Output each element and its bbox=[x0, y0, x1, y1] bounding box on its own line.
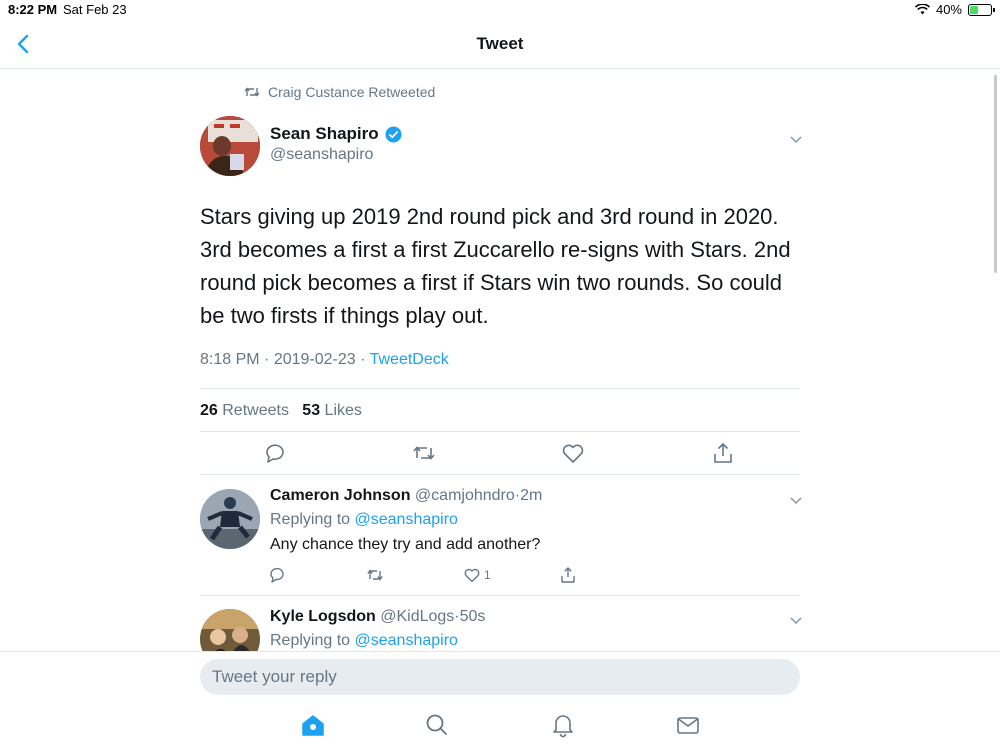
share-icon bbox=[714, 442, 732, 463]
reply-author-handle: @KidLogs bbox=[380, 608, 455, 625]
battery-icon bbox=[968, 3, 995, 16]
reply-icon bbox=[270, 567, 284, 583]
divider bbox=[200, 595, 800, 596]
heart-icon bbox=[562, 444, 584, 463]
replying-to-prefix: Replying to bbox=[270, 511, 351, 528]
reply-composer[interactable] bbox=[200, 659, 800, 695]
reply-avatar[interactable] bbox=[200, 489, 260, 549]
reply-input[interactable] bbox=[200, 659, 800, 695]
tweet-time: 8:18 PM bbox=[200, 351, 260, 368]
reply-time: 50s bbox=[459, 608, 486, 625]
author-name-row: Sean Shapiro bbox=[270, 124, 402, 144]
tab-messages[interactable] bbox=[675, 712, 701, 738]
tab-search[interactable] bbox=[424, 712, 450, 738]
likes-count: 53 bbox=[302, 402, 321, 419]
reply-options-button[interactable] bbox=[789, 612, 803, 630]
search-icon bbox=[426, 714, 447, 735]
retweets-stat[interactable]: 26 Retweets bbox=[200, 402, 289, 419]
tweet-text: Stars giving up 2019 2nd round pick and … bbox=[200, 204, 791, 328]
retweet-icon bbox=[244, 87, 260, 97]
reply-like-count: 1 bbox=[484, 568, 491, 582]
likes-label: Likes bbox=[324, 402, 362, 419]
divider bbox=[200, 431, 800, 432]
reply-author-name[interactable]: Kyle Logsdon bbox=[270, 608, 376, 625]
reply-like-button[interactable]: 1 bbox=[462, 565, 491, 585]
reply-header: Cameron Johnson @camjohndro·2m bbox=[270, 487, 542, 505]
meta-separator: · bbox=[264, 351, 270, 368]
chevron-down-icon bbox=[790, 136, 802, 144]
page-title: Tweet bbox=[476, 34, 524, 53]
replying-to-link[interactable]: @seanshapiro bbox=[355, 511, 458, 528]
reply-author-name[interactable]: Cameron Johnson bbox=[270, 487, 410, 504]
author-avatar[interactable] bbox=[200, 116, 260, 176]
status-indicators: 40% bbox=[914, 2, 995, 17]
retweet-icon bbox=[367, 569, 383, 581]
likes-stat[interactable]: 53 Likes bbox=[302, 402, 362, 419]
engagement-counts: 26 Retweets 53 Likes bbox=[200, 402, 362, 420]
replying-to-link[interactable]: @seanshapiro bbox=[355, 632, 458, 649]
replying-to-prefix: Replying to bbox=[270, 632, 351, 649]
retweets-label: Retweets bbox=[222, 402, 289, 419]
retweet-icon bbox=[413, 446, 435, 460]
reply-options-button[interactable] bbox=[789, 492, 803, 510]
divider bbox=[0, 651, 1000, 652]
share-icon bbox=[561, 567, 575, 583]
bell-icon bbox=[553, 715, 573, 738]
reply-author-handle: @camjohndro bbox=[414, 487, 515, 504]
retweeted-by-label[interactable]: Craig Custance Retweeted bbox=[268, 84, 435, 100]
chevron-down-icon bbox=[790, 617, 802, 625]
battery-percent: 40% bbox=[935, 2, 962, 17]
tweet-meta: 8:18 PM · 2019-02-23 · TweetDeck bbox=[200, 351, 449, 369]
retweet-button[interactable] bbox=[410, 439, 438, 467]
replying-to-line: Replying to @seanshapiro bbox=[270, 511, 458, 529]
reply-reply-button[interactable] bbox=[268, 565, 288, 585]
reply-share-button[interactable] bbox=[558, 565, 578, 585]
reply-retweet-button[interactable] bbox=[365, 565, 385, 585]
navigation-bar: Tweet bbox=[0, 20, 1000, 69]
reply-text: Any chance they try and add another? bbox=[270, 536, 541, 553]
avatar-photo bbox=[200, 489, 260, 549]
home-icon bbox=[302, 715, 324, 736]
share-button[interactable] bbox=[709, 439, 737, 467]
retweets-count: 26 bbox=[200, 402, 218, 419]
chevron-down-icon bbox=[790, 497, 802, 505]
heart-icon bbox=[464, 568, 480, 583]
verified-badge-icon bbox=[385, 126, 402, 142]
status-date: Sat Feb 23 bbox=[63, 2, 127, 17]
envelope-icon bbox=[677, 717, 699, 734]
reply-icon bbox=[266, 444, 284, 463]
author-name[interactable]: Sean Shapiro bbox=[270, 124, 379, 144]
reply-time: 2m bbox=[520, 487, 543, 504]
like-button[interactable] bbox=[559, 439, 587, 467]
retweeted-notice: Craig Custance Retweeted bbox=[244, 84, 435, 100]
author-handle: @seanshapiro bbox=[270, 146, 374, 163]
divider bbox=[200, 474, 800, 475]
reply-button[interactable] bbox=[261, 439, 289, 467]
divider bbox=[200, 388, 800, 389]
status-time: 8:22 PM bbox=[8, 2, 58, 17]
avatar-photo bbox=[200, 116, 260, 176]
tweet-date: 2019-02-23 bbox=[273, 351, 356, 368]
tab-home[interactable] bbox=[300, 712, 326, 738]
tweet-options-button[interactable] bbox=[789, 131, 803, 149]
tweet-source-link[interactable]: TweetDeck bbox=[370, 351, 449, 368]
replying-to-line: Replying to @seanshapiro bbox=[270, 632, 458, 650]
reply-header: Kyle Logsdon @KidLogs·50s bbox=[270, 608, 485, 626]
back-button[interactable] bbox=[12, 30, 36, 58]
tab-notifications[interactable] bbox=[550, 712, 576, 738]
wifi-icon bbox=[914, 4, 930, 15]
meta-separator: · bbox=[360, 351, 366, 368]
scrollbar[interactable] bbox=[994, 75, 997, 273]
chevron-left-icon bbox=[17, 34, 29, 54]
